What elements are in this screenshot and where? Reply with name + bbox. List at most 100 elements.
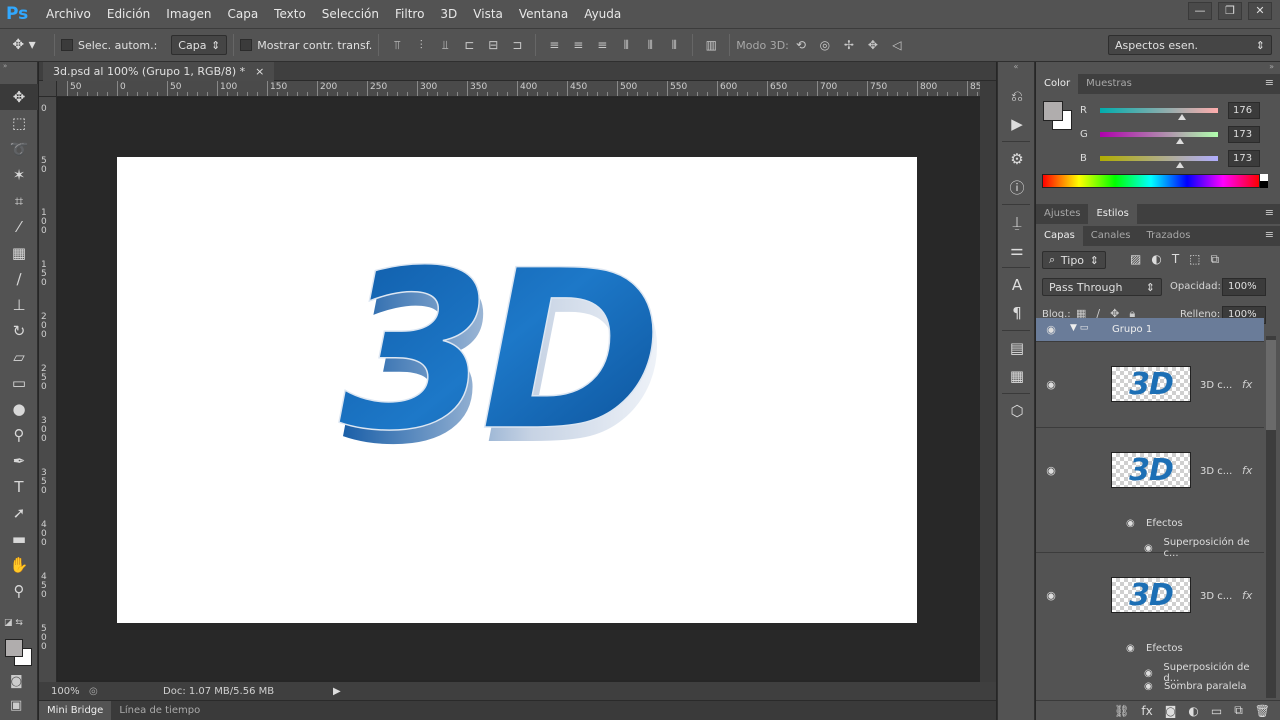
blend-mode-dropdown[interactable]: Pass Through ⇕: [1042, 278, 1162, 296]
healing-brush-tool-icon[interactable]: ▦: [0, 240, 38, 266]
group-expand-icon[interactable]: ▼ ▭: [1070, 323, 1088, 333]
distribute-left-icon[interactable]: ⫴: [614, 35, 638, 55]
type-tool-icon[interactable]: T: [0, 474, 38, 500]
history-brush-tool-icon[interactable]: ↻: [0, 318, 38, 344]
eye-icon[interactable]: ◉: [1126, 518, 1140, 529]
zoom-level[interactable]: 100%: [39, 686, 89, 697]
shape-tool-icon[interactable]: ▬: [0, 526, 38, 552]
tab-mini-bridge[interactable]: Mini Bridge: [39, 700, 112, 720]
close-button[interactable]: ✕: [1248, 2, 1272, 20]
eye-icon[interactable]: ◉: [1044, 379, 1058, 390]
red-slider[interactable]: [1100, 107, 1218, 120]
pan-3d-icon[interactable]: ✢: [837, 35, 861, 55]
slider-thumb-icon[interactable]: [1176, 161, 1184, 168]
scale-3d-icon[interactable]: ◁: [885, 35, 909, 55]
vertical-scrollbar[interactable]: [980, 81, 996, 682]
tab-styles[interactable]: Estilos: [1088, 204, 1137, 224]
link-layers-icon[interactable]: ⛓: [1114, 704, 1129, 718]
move-tool-icon[interactable]: ✥: [0, 84, 38, 110]
vertical-ruler[interactable]: 0 50 100 150 200 250 300 350 400 450 500: [39, 97, 57, 682]
opacity-input[interactable]: 100%: [1222, 278, 1266, 296]
distribute-top-icon[interactable]: ≡: [542, 35, 566, 55]
menu-texto[interactable]: Texto: [266, 0, 314, 28]
add-style-icon[interactable]: fx: [1141, 704, 1152, 718]
delete-layer-icon[interactable]: 🗑︎: [1255, 704, 1270, 718]
brush-presets-icon[interactable]: ⚌: [998, 236, 1036, 264]
menu-archivo[interactable]: Archivo: [38, 0, 99, 28]
canvas-workspace[interactable]: 3D 3D: [58, 98, 980, 680]
eraser-tool-icon[interactable]: ▱: [0, 344, 38, 370]
menu-imagen[interactable]: Imagen: [158, 0, 219, 28]
layer-filter-dropdown[interactable]: ⌕ Tipo ⇕: [1042, 251, 1106, 269]
menu-ventana[interactable]: Ventana: [511, 0, 576, 28]
menu-ayuda[interactable]: Ayuda: [576, 0, 629, 28]
eye-icon[interactable]: ◉: [1044, 590, 1058, 601]
restore-button[interactable]: ❐: [1218, 2, 1242, 20]
document-tab[interactable]: 3d.psd al 100% (Grupo 1, RGB/8) * ×: [43, 62, 275, 81]
magic-wand-tool-icon[interactable]: ✶: [0, 162, 38, 188]
minimize-button[interactable]: —: [1188, 2, 1212, 20]
auto-select-checkbox[interactable]: Selec. autom.:: [61, 39, 157, 52]
hand-tool-icon[interactable]: ✋: [0, 552, 38, 578]
green-slider[interactable]: [1100, 131, 1218, 144]
roll-3d-icon[interactable]: ◎: [813, 35, 837, 55]
info-panel-icon[interactable]: ⓘ: [998, 173, 1036, 201]
crop-tool-icon[interactable]: ⌗: [0, 188, 38, 214]
marquee-tool-icon[interactable]: ⬚: [0, 110, 38, 136]
eye-icon[interactable]: ◉: [1144, 681, 1158, 692]
color-spectrum-ramp[interactable]: [1042, 174, 1260, 188]
align-left-icon[interactable]: ⊏: [457, 35, 481, 55]
workspace-dropdown[interactable]: Aspectos esen. ⇕: [1108, 35, 1272, 55]
history-panel-icon[interactable]: ⎌: [998, 82, 1036, 110]
menu-3d[interactable]: 3D: [432, 0, 465, 28]
paragraph-panel-icon[interactable]: ¶: [998, 299, 1036, 327]
status-menu-arrow-icon[interactable]: ▶: [333, 686, 341, 697]
tab-layers[interactable]: Capas: [1036, 226, 1083, 246]
quick-mask-icon[interactable]: ◙: [10, 674, 23, 689]
effects-header[interactable]: ◉ Efectos: [1126, 518, 1183, 529]
menu-filtro[interactable]: Filtro: [387, 0, 432, 28]
tab-color[interactable]: Color: [1036, 74, 1079, 94]
filter-shape-icon[interactable]: ⬚: [1189, 252, 1200, 267]
clone-stamp-tool-icon[interactable]: ⊥: [0, 292, 38, 318]
menu-edicion[interactable]: Edición: [99, 0, 158, 28]
panel-menu-icon[interactable]: ≡: [1265, 206, 1274, 219]
black-swatch[interactable]: [1260, 181, 1268, 188]
collapse-panels-icon[interactable]: »: [1036, 62, 1280, 74]
screen-mode-icon[interactable]: ▣: [10, 698, 22, 713]
actions-panel-icon[interactable]: ▶: [998, 110, 1036, 138]
distribute-hcenter-icon[interactable]: ⫴: [638, 35, 662, 55]
tab-channels[interactable]: Canales: [1083, 226, 1139, 246]
ruler-origin[interactable]: [39, 81, 57, 97]
document-canvas[interactable]: 3D 3D: [117, 157, 917, 623]
show-transform-checkbox[interactable]: Mostrar contr. transf.: [240, 39, 372, 52]
foreground-color-swatch[interactable]: [5, 639, 23, 657]
distribute-bottom-icon[interactable]: ≡: [590, 35, 614, 55]
white-swatch[interactable]: [1260, 174, 1268, 181]
filter-smart-object-icon[interactable]: ⧉: [1211, 252, 1220, 267]
green-value[interactable]: 173: [1228, 125, 1260, 143]
eye-icon[interactable]: ◉: [1126, 643, 1140, 654]
effects-header[interactable]: ◉ Efectos: [1126, 643, 1183, 654]
red-value[interactable]: 176: [1228, 101, 1260, 119]
gradient-tool-icon[interactable]: ▭: [0, 370, 38, 396]
menu-vista[interactable]: Vista: [465, 0, 511, 28]
eye-icon[interactable]: ◉: [1044, 324, 1058, 335]
paragraph-styles-icon[interactable]: ▦: [998, 362, 1036, 390]
dodge-tool-icon[interactable]: ⚲: [0, 422, 38, 448]
filter-pixel-icon[interactable]: ▨: [1130, 252, 1141, 267]
slider-thumb-icon[interactable]: [1178, 113, 1186, 120]
align-top-icon[interactable]: ⫪: [385, 35, 409, 55]
layer-row[interactable]: ◉ 3D 3D c... fx ◉ Efectos ◉ Superposición …: [1036, 428, 1264, 559]
new-adjustment-icon[interactable]: ◐: [1188, 704, 1198, 718]
eye-icon[interactable]: ◉: [1144, 668, 1157, 679]
blue-slider[interactable]: [1100, 155, 1218, 168]
blue-value[interactable]: 173: [1228, 149, 1260, 167]
align-right-icon[interactable]: ⊐: [505, 35, 529, 55]
blur-tool-icon[interactable]: ●: [0, 396, 38, 422]
rotate-3d-icon[interactable]: ⟲: [789, 35, 813, 55]
lasso-tool-icon[interactable]: ➰: [0, 136, 38, 162]
new-group-icon[interactable]: ▭: [1211, 704, 1222, 718]
add-mask-icon[interactable]: ◙: [1165, 704, 1177, 718]
tab-timeline[interactable]: Línea de tiempo: [111, 701, 208, 720]
